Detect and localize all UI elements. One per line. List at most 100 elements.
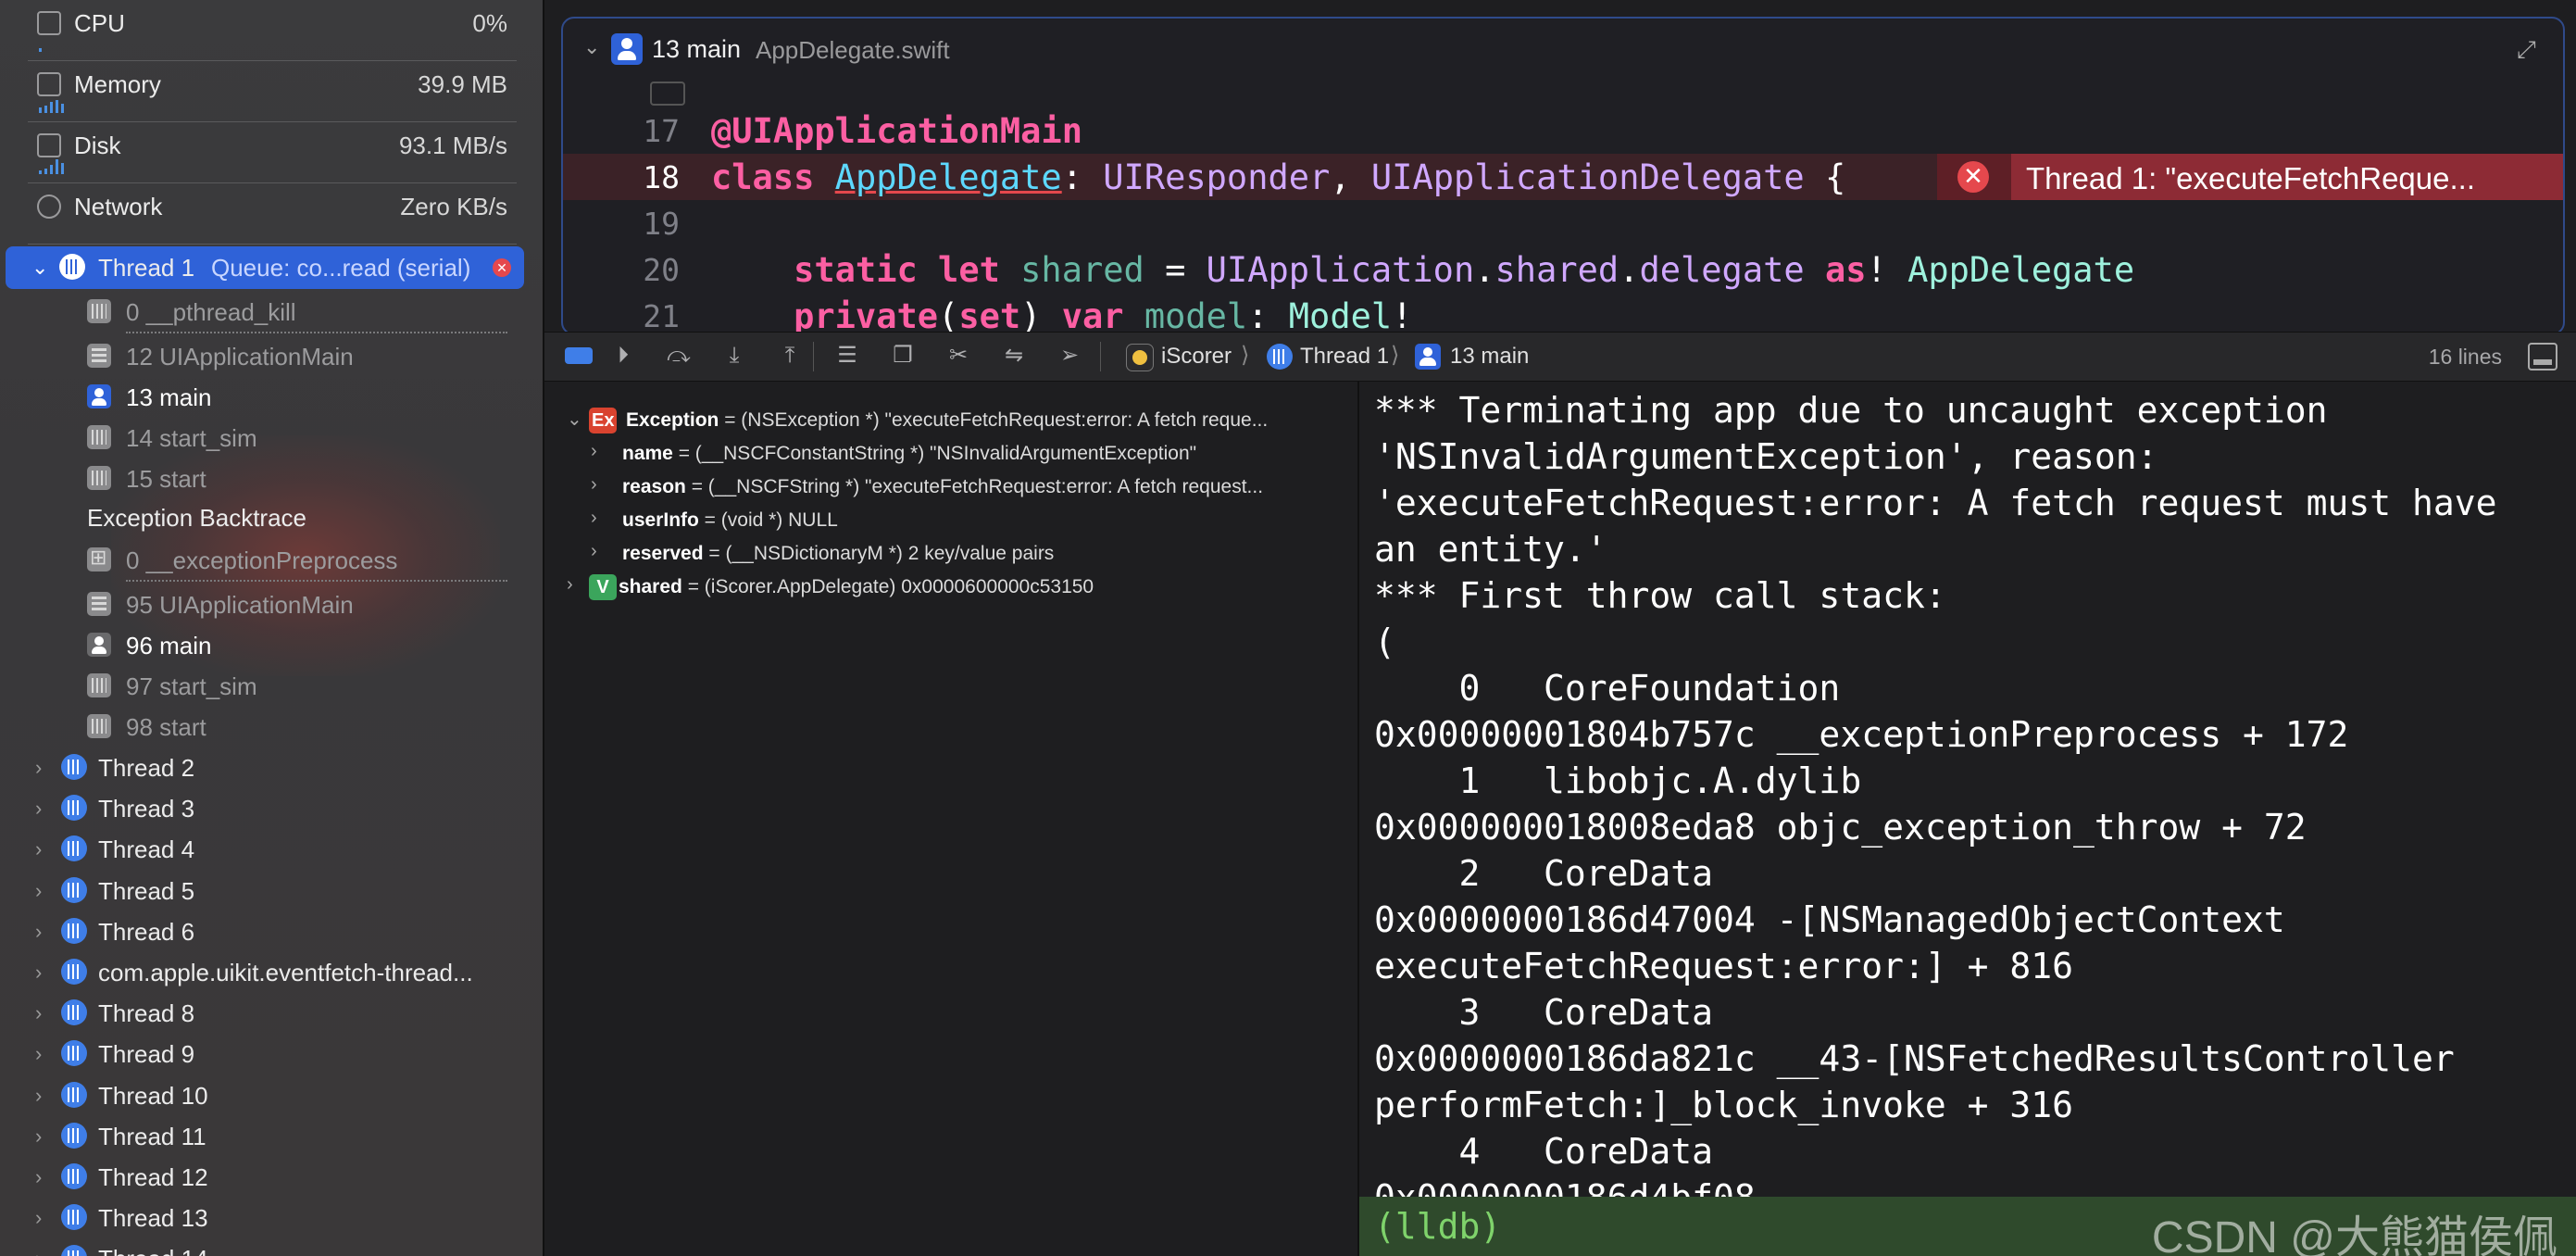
stack-frame-row[interactable]: 15 start: [0, 458, 543, 498]
chevron-right-icon[interactable]: ›: [35, 879, 54, 902]
memory-graph-icon[interactable]: ❐: [889, 342, 917, 370]
thread-row[interactable]: › com.apple.uikit.eventfetch-thread...: [0, 951, 543, 992]
chevron-down-icon[interactable]: ⌄: [567, 408, 582, 431]
stack-frame-row[interactable]: 12 UIApplicationMain: [0, 335, 543, 376]
code-line[interactable]: 21 private(set) var model: Model!: [563, 293, 2563, 335]
chevron-right-icon[interactable]: ›: [35, 797, 54, 820]
thread-row[interactable]: › Thread 12: [0, 1156, 543, 1197]
chevron-right-icon[interactable]: ›: [591, 474, 597, 496]
user-frame-icon: [611, 33, 643, 65]
thread-row[interactable]: › Thread 9: [0, 1033, 543, 1074]
thread-icon: [61, 1204, 87, 1231]
breadcrumb-app[interactable]: iScorer: [1161, 344, 1232, 370]
breakpoints-toggle-button[interactable]: [565, 347, 593, 364]
step-out-icon[interactable]: ⤒: [776, 342, 804, 370]
thread-row[interactable]: › Thread 6: [0, 911, 543, 951]
console-prompt-bar[interactable]: (lldb) CSDN @大熊猫侯佩: [1359, 1197, 2576, 1256]
thread-row[interactable]: › Thread 8: [0, 992, 543, 1033]
thread-row[interactable]: › Thread 14: [0, 1237, 543, 1256]
error-annotation[interactable]: ✕ Thread 1: "executeFetchReque...: [1937, 154, 2563, 200]
gauge-cpu[interactable]: CPU 0%: [28, 0, 517, 61]
chevron-right-icon[interactable]: ›: [35, 1084, 54, 1107]
gauge-label: Memory: [74, 70, 161, 98]
chevron-right-icon[interactable]: ›: [591, 441, 597, 462]
thread-row[interactable]: › Thread 13: [0, 1197, 543, 1237]
code-token: var: [1061, 296, 1124, 335]
thread-row[interactable]: › Thread 2: [0, 747, 543, 787]
stack-frame-row[interactable]: 98 start: [0, 706, 543, 747]
view-hierarchy-icon[interactable]: ☰: [833, 342, 861, 370]
chevron-right-icon[interactable]: ›: [35, 961, 54, 984]
chevron-right-icon[interactable]: ›: [35, 756, 54, 779]
simulate-icon[interactable]: ⇋: [1000, 342, 1028, 370]
continue-icon[interactable]: ⏵: [609, 342, 637, 370]
code-token: set: [958, 296, 1021, 335]
chevron-right-icon[interactable]: ›: [35, 1206, 54, 1229]
environment-overrides-icon[interactable]: ✂: [944, 342, 972, 370]
breadcrumb-frame[interactable]: 13 main: [1450, 344, 1529, 370]
thread-row[interactable]: › Thread 5: [0, 870, 543, 911]
gauge-memory[interactable]: Memory 39.9 MB: [28, 61, 517, 122]
variable-row[interactable]: ⌄ Ex Exception = (NSException *) "executeF…: [544, 404, 1357, 437]
chevron-down-icon[interactable]: ⌄: [31, 256, 50, 279]
chevron-right-icon[interactable]: ›: [35, 837, 54, 860]
code-area[interactable]: 17 @UIApplicationMain 18 class AppDelegate:…: [563, 107, 2563, 333]
thread-row[interactable]: › Thread 10: [0, 1074, 543, 1115]
chevron-right-icon[interactable]: ›: [591, 541, 597, 562]
breadcrumb-thread[interactable]: Thread 1: [1300, 344, 1389, 370]
chevron-down-icon[interactable]: ⌄: [583, 35, 600, 59]
expand-icon[interactable]: ⤢: [2517, 35, 2545, 63]
thread-label: Thread 4: [98, 835, 195, 864]
code-line[interactable]: 17 @UIApplicationMain: [563, 107, 2563, 154]
stack-frame-row[interactable]: 13 main: [0, 376, 543, 417]
variable-row[interactable]: › Vshared = (iScorer.AppDelegate) 0x00006…: [544, 571, 1357, 604]
chevron-right-icon[interactable]: ›: [35, 920, 54, 943]
code-line[interactable]: 20 static let shared = UIApplication.sha…: [563, 246, 2563, 293]
chevron-right-icon[interactable]: ›: [35, 1001, 54, 1024]
stack-frame-row[interactable]: 96 main: [0, 624, 543, 665]
thread-icon: [61, 835, 87, 862]
stack-frame-row[interactable]: 0 __pthread_kill: [0, 291, 543, 332]
thread-1-row[interactable]: ⌄ Thread 1 Queue: co...read (serial) ✕: [6, 246, 524, 289]
stack-frame-row[interactable]: 0 __exceptionPreprocess: [0, 539, 543, 580]
step-over-icon[interactable]: ⤼: [665, 342, 693, 370]
step-into-icon[interactable]: ⤓: [720, 342, 748, 370]
code-token: UIApplicationDelegate: [1370, 157, 1805, 197]
gauge-value: 93.1 MB/s: [398, 132, 507, 159]
gauge-disk[interactable]: Disk 93.1 MB/s: [28, 122, 517, 183]
thread-row[interactable]: › Thread 4: [0, 828, 543, 869]
thread-row[interactable]: › Thread 11: [0, 1115, 543, 1156]
variable-row[interactable]: › reserved = (__NSDictionaryM *) 2 key/va…: [544, 537, 1357, 571]
stack-frame-row[interactable]: 95 UIApplicationMain: [0, 584, 543, 624]
variable-text: reason = (__NSCFString *) "executeFetchR…: [622, 476, 1263, 498]
variable-row[interactable]: › name = (__NSCFConstantString *) "NSInva…: [544, 437, 1357, 471]
code-line[interactable]: 18 class AppDelegate: UIResponder, UIAppl…: [563, 154, 2563, 200]
breadcrumb-separator: ⟩: [1391, 343, 1400, 368]
variable-row[interactable]: › reason = (__NSCFString *) "executeFetch…: [544, 471, 1357, 504]
console[interactable]: *** Terminating app due to uncaught exce…: [1359, 382, 2576, 1256]
variables-view: ⌄ Ex Exception = (NSException *) "executeF…: [544, 382, 1359, 1256]
stack-frame-row[interactable]: 14 start_sim: [0, 417, 543, 458]
line-number: 20: [643, 252, 680, 288]
thread-label: Thread 6: [98, 917, 195, 946]
editor-file-name[interactable]: AppDelegate.swift: [756, 36, 950, 65]
thread-row[interactable]: › Thread 3: [0, 787, 543, 828]
stack-icon: [87, 592, 111, 616]
chevron-right-icon[interactable]: ›: [35, 1042, 54, 1065]
chevron-right-icon[interactable]: ›: [567, 574, 573, 596]
chevron-right-icon[interactable]: ›: [35, 1124, 54, 1148]
variable-name: Exception: [626, 409, 719, 431]
chevron-right-icon[interactable]: ›: [35, 1165, 54, 1188]
variable-row[interactable]: › userInfo = (void *) NULL: [544, 504, 1357, 537]
chevron-right-icon[interactable]: ›: [35, 1247, 54, 1256]
code-line[interactable]: 19: [563, 200, 2563, 246]
stack-frame-label: 97 start_sim: [126, 672, 257, 700]
stack-frame-row[interactable]: 97 start_sim: [0, 665, 543, 706]
gauge-network[interactable]: Network Zero KB/s: [28, 183, 517, 245]
location-icon[interactable]: ➢: [1056, 342, 1083, 370]
chevron-right-icon[interactable]: ›: [591, 508, 597, 529]
hide-debug-area-button[interactable]: [2528, 343, 2557, 371]
thread-icon: [61, 795, 87, 822]
code-token: !: [1392, 296, 1413, 335]
